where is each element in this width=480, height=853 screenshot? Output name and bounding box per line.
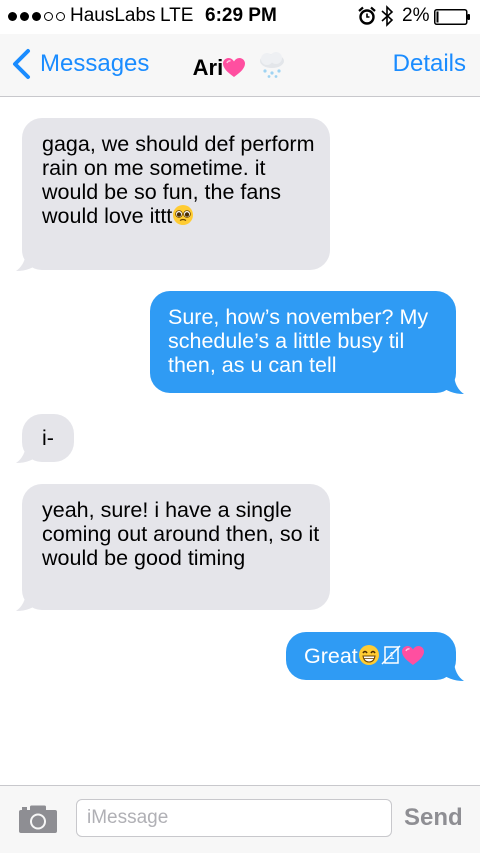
bluetooth-icon <box>381 5 394 27</box>
bubble-tail-incoming <box>16 442 40 463</box>
sparkling-heart-emoji <box>401 646 424 665</box>
contact-name: Ari <box>192 55 224 80</box>
message-input[interactable] <box>76 799 392 837</box>
navigation-bar: Messages Ari Details <box>0 34 480 97</box>
missing-glyph-icon: 1 <box>381 645 401 665</box>
heart-emoji <box>223 58 246 77</box>
message-text: Great <box>304 644 358 668</box>
send-button[interactable]: Send <box>404 804 463 832</box>
bubble-tail-outgoing <box>440 660 464 681</box>
svg-text:1: 1 <box>389 651 395 662</box>
message-bubble-incoming[interactable]: gaga, we should def perform rain on me s… <box>22 118 330 270</box>
bubble-tail-incoming <box>16 250 40 271</box>
message-bubble-incoming[interactable]: yeah, sure! i have a single coming out a… <box>22 484 330 610</box>
compose-bar: Send <box>0 785 480 853</box>
message-bubble-outgoing[interactable]: Sure, how’s november? My schedule’s a li… <box>150 291 456 393</box>
network-type: LTE <box>160 5 194 26</box>
message-bubble-outgoing[interactable]: Great 1 <box>286 632 456 680</box>
status-time: 6:29 PM <box>205 5 277 26</box>
grin-emoji <box>358 645 379 665</box>
camera-icon[interactable] <box>18 804 58 834</box>
message-text: i- <box>42 426 54 450</box>
details-button[interactable]: Details <box>393 50 466 78</box>
snow-cloud-emoji <box>260 52 285 78</box>
carrier-name: HausLabs <box>70 5 156 26</box>
message-text: yeah, sure! i have a single coming out a… <box>42 498 320 570</box>
status-bar: HausLabs LTE 6:29 PM 2% <box>0 0 480 34</box>
battery-icon <box>434 9 470 25</box>
bubble-tail-incoming <box>16 590 40 611</box>
message-text: Sure, how’s november? My schedule’s a li… <box>168 305 429 377</box>
signal-strength-icon <box>8 12 65 21</box>
alarm-icon <box>358 6 376 25</box>
battery-percentage: 2% <box>402 5 430 26</box>
pleading-face-emoji <box>173 205 194 225</box>
bubble-tail-outgoing <box>440 373 464 394</box>
